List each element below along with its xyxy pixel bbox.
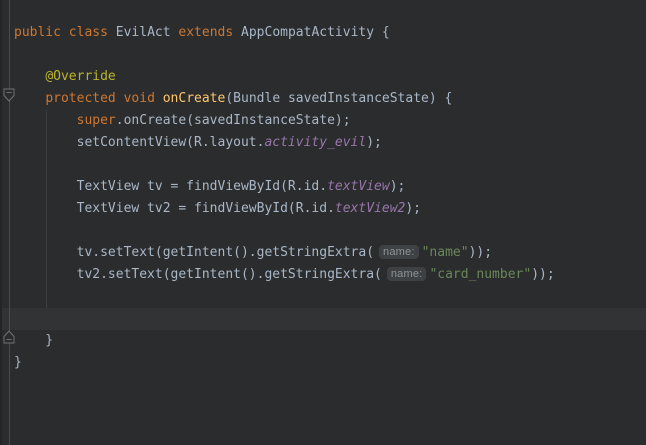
parameter-hint-pill: name:: [379, 245, 419, 259]
code-token: setContentView(R.layout.: [14, 135, 264, 150]
code-token: tv2.setText(getIntent().getStringExtra(: [14, 267, 382, 282]
code-token: activity_evil: [264, 135, 366, 150]
code-token: EvilAct: [108, 25, 178, 40]
code-editor: public class EvilAct extends AppCompatAc…: [2, 0, 646, 445]
code-token: "card_number": [429, 267, 531, 282]
code-line[interactable]: [2, 44, 646, 66]
code-token: [116, 91, 124, 106]
code-line[interactable]: tv.setText(getIntent().getStringExtra( na…: [2, 242, 646, 264]
code-token: onCreate: [163, 91, 226, 106]
parameter-hint-pill: name:: [387, 267, 427, 281]
code-token: super: [77, 113, 116, 128]
code-line[interactable]: super.onCreate(savedInstanceState);: [2, 110, 646, 132]
fold-gutter-line: [9, 0, 10, 445]
code-line-current[interactable]: [2, 308, 646, 330]
code-token: AppCompatActivity {: [233, 25, 390, 40]
code-token: );: [405, 201, 421, 216]
code-token: }: [14, 333, 53, 348]
code-token: TextView tv = findViewById(R.id.: [14, 179, 327, 194]
code-token: [155, 91, 163, 106]
code-token: TextView tv2 = findViewById(R.id.: [14, 201, 335, 216]
code-token: (Bundle savedInstanceState) {: [225, 91, 452, 106]
code-line[interactable]: @Override: [2, 66, 646, 88]
code-line[interactable]: [2, 220, 646, 242]
fold-end-icon[interactable]: [3, 330, 15, 344]
code-token: "name": [422, 245, 469, 260]
code-line[interactable]: setContentView(R.layout.activity_evil);: [2, 132, 646, 154]
code-token: ));: [469, 245, 492, 260]
code-token: [14, 91, 45, 106]
code-token: [14, 69, 45, 84]
code-token: class: [69, 25, 108, 40]
code-line[interactable]: [2, 154, 646, 176]
fold-start-icon[interactable]: [3, 88, 15, 102]
code-token: .onCreate(savedInstanceState);: [116, 113, 351, 128]
code-line[interactable]: protected void onCreate(Bundle savedInst…: [2, 88, 646, 110]
code-token: extends: [178, 25, 233, 40]
code-line[interactable]: }: [2, 352, 646, 374]
code-area[interactable]: public class EvilAct extends AppCompatAc…: [2, 22, 646, 374]
code-token: void: [124, 91, 155, 106]
code-line[interactable]: [2, 286, 646, 308]
code-token: ));: [531, 267, 554, 282]
code-token: [14, 113, 77, 128]
code-token: [61, 25, 69, 40]
code-line[interactable]: tv2.setText(getIntent().getStringExtra( n…: [2, 264, 646, 286]
code-line[interactable]: TextView tv2 = findViewById(R.id.textVie…: [2, 198, 646, 220]
code-token: protected: [45, 91, 115, 106]
code-token: textView2: [335, 201, 405, 216]
code-token: textView: [327, 179, 390, 194]
code-token: public: [14, 25, 61, 40]
code-line[interactable]: }: [2, 330, 646, 352]
code-token: }: [14, 355, 22, 370]
code-token: );: [366, 135, 382, 150]
code-token: tv.setText(getIntent().getStringExtra(: [14, 245, 374, 260]
code-token: );: [390, 179, 406, 194]
code-line[interactable]: TextView tv = findViewById(R.id.textView…: [2, 176, 646, 198]
code-token: @Override: [45, 69, 115, 84]
code-line[interactable]: public class EvilAct extends AppCompatAc…: [2, 22, 646, 44]
